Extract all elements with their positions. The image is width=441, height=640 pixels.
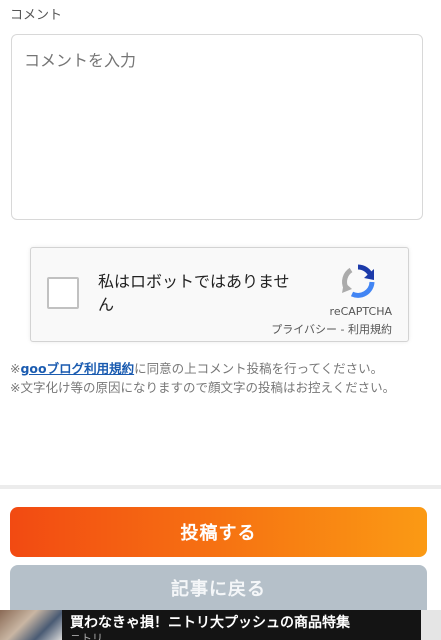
section-divider xyxy=(0,485,441,489)
recaptcha-widget: 私はロボットではありません reCAPTCHA プライバシー - 利用規約 xyxy=(30,247,409,342)
ad-subtitle: ニトリ xyxy=(70,632,103,640)
emoticon-note: ※文字化け等の原因になりますので顔文字の投稿はお控えください。 xyxy=(10,380,396,395)
goo-terms-link[interactable]: gooブログ利用規約 xyxy=(20,361,134,376)
ad-banner[interactable]: 買わなきゃ損！ニトリ大プッシュの商品特集 ニトリ xyxy=(0,610,441,640)
recaptcha-privacy-link[interactable]: プライバシー xyxy=(271,323,337,336)
recaptcha-logo-icon xyxy=(342,264,375,298)
recaptcha-brand: reCAPTCHA xyxy=(329,305,392,318)
post-comment-button[interactable]: 投稿する xyxy=(10,507,427,557)
terms-note-prefix: ※ xyxy=(10,361,21,376)
recaptcha-terms-link[interactable]: 利用規約 xyxy=(348,323,392,336)
ad-thumbnail xyxy=(0,610,62,640)
recaptcha-checkbox[interactable] xyxy=(47,277,79,309)
terms-note-suffix: に同意の上コメント投稿を行ってください。 xyxy=(134,361,384,376)
comment-section-label: コメント xyxy=(10,8,63,23)
back-to-article-button[interactable]: 記事に戻る xyxy=(10,565,427,611)
comment-notes: ※gooブログ利用規約に同意の上コメント投稿を行ってください。 ※文字化け等の原… xyxy=(10,359,430,397)
recaptcha-label: 私はロボットではありません xyxy=(98,272,290,314)
ad-close-button[interactable] xyxy=(421,610,441,640)
recaptcha-links: プライバシー - 利用規約 xyxy=(271,321,392,337)
terms-note: ※gooブログ利用規約に同意の上コメント投稿を行ってください。 xyxy=(10,359,430,378)
recaptcha-link-separator: - xyxy=(337,323,348,336)
comment-input[interactable] xyxy=(11,34,423,220)
ad-title: 買わなきゃ損！ニトリ大プッシュの商品特集 xyxy=(70,615,350,631)
